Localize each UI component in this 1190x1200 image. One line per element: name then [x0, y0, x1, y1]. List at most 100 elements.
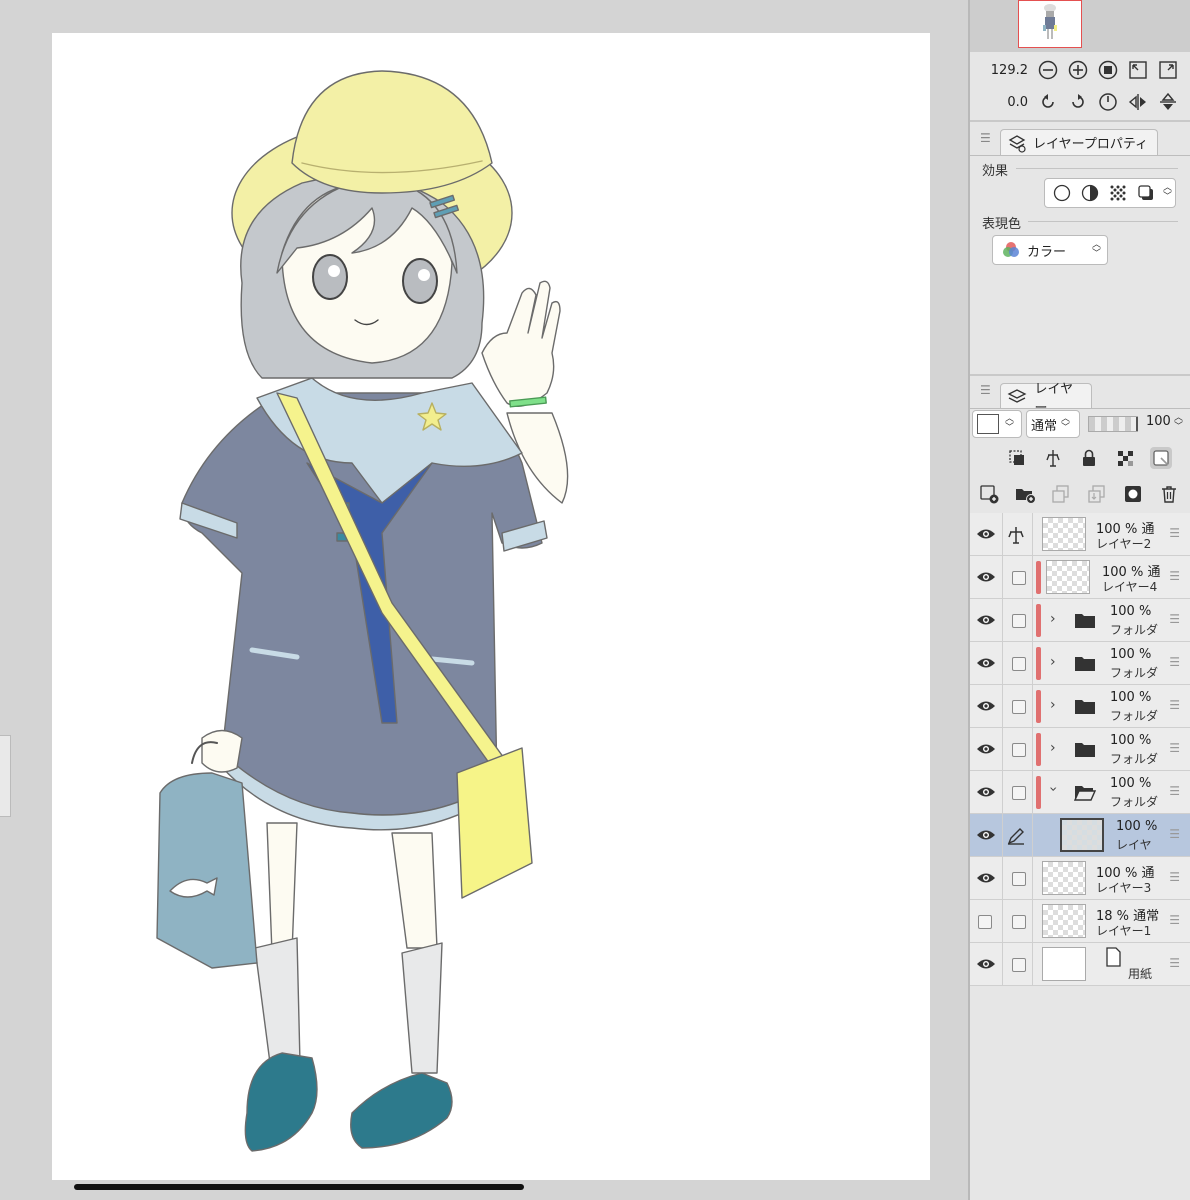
fit-stop-icon[interactable]	[1096, 58, 1120, 82]
layer-row[interactable]: › 100 % フォルダ ☰	[970, 599, 1190, 642]
zoom-in-icon[interactable]	[1066, 58, 1090, 82]
column-divider	[1032, 642, 1033, 685]
drag-handle-icon[interactable]: ☰	[1169, 569, 1180, 583]
effect-stepper-icon[interactable]: ︿ ﹀	[1163, 184, 1172, 202]
drag-handle-icon[interactable]: ☰	[1169, 913, 1180, 927]
tab-layers[interactable]: レイヤー	[1000, 382, 1092, 416]
drag-handle-icon[interactable]: ☰	[1169, 784, 1180, 798]
layer-row[interactable]: 100 % 通 レイヤー3 ☰	[970, 857, 1190, 900]
eye-icon[interactable]	[976, 655, 996, 671]
fit-screen-icon[interactable]	[1126, 58, 1150, 82]
eye-icon[interactable]	[976, 612, 996, 628]
delete-layer-icon[interactable]	[1158, 483, 1180, 505]
chevron-right-icon[interactable]: ›	[1050, 654, 1056, 670]
navigator-thumbnail[interactable]	[1018, 0, 1082, 48]
eye-icon[interactable]	[976, 569, 996, 585]
opacity-slider-handle[interactable]	[1136, 417, 1138, 431]
merge-down-icon[interactable]	[1086, 483, 1108, 505]
layer-checkbox[interactable]	[1012, 614, 1026, 628]
full-view-icon[interactable]	[1156, 58, 1180, 82]
lock-transparency-icon[interactable]	[1114, 447, 1136, 469]
blend-stepper-icon[interactable]: ︿ ﹀	[1061, 415, 1070, 433]
chevron-right-icon[interactable]: ›	[1050, 740, 1056, 756]
layer-row[interactable]: 100 % 通 レイヤー2 ☰	[970, 513, 1190, 556]
layer-mask-icon[interactable]	[1122, 483, 1144, 505]
chevron-down-icon[interactable]: ›	[1045, 786, 1061, 792]
drag-handle-icon[interactable]: ☰	[1169, 741, 1180, 755]
layer-row[interactable]: › 100 % フォルダ ☰	[970, 642, 1190, 685]
eye-icon[interactable]	[976, 741, 996, 757]
layer-row[interactable]: › 100 % フォルダ ☰	[970, 771, 1190, 814]
opacity-stepper-icon[interactable]: ︿ ﹀	[1174, 414, 1183, 432]
blend-mode-select[interactable]: 通常 ︿ ﹀	[1026, 410, 1080, 438]
rotation-value: 0.0	[1007, 94, 1028, 110]
reference-layer-icon[interactable]	[1006, 525, 1026, 545]
layer-checkbox[interactable]	[1012, 872, 1026, 886]
canvas-paper[interactable]	[52, 33, 930, 1180]
layer-name: フォルダ	[1110, 709, 1159, 723]
layer-checkbox[interactable]	[1012, 657, 1026, 671]
tone-icon[interactable]	[1107, 182, 1129, 204]
panel-grip-icon[interactable]: ☰	[980, 383, 991, 397]
layer-checkbox[interactable]	[1012, 958, 1026, 972]
chevron-right-icon[interactable]: ›	[1050, 611, 1056, 627]
chevron-right-icon[interactable]: ›	[1050, 697, 1056, 713]
color-stepper-icon[interactable]: ︿ ﹀	[1092, 241, 1101, 259]
zoom-out-icon[interactable]	[1036, 58, 1060, 82]
clip-layer-icon[interactable]	[1006, 447, 1028, 469]
reset-rotation-icon[interactable]	[1096, 90, 1120, 114]
zoom-row: 129.2	[970, 56, 1190, 84]
layer-row[interactable]: 100 % 通 レイヤー4 ☰	[970, 556, 1190, 599]
drag-handle-icon[interactable]: ☰	[1169, 870, 1180, 884]
layer-checkbox[interactable]	[1012, 786, 1026, 800]
eye-icon[interactable]	[976, 698, 996, 714]
tab-layer-properties[interactable]: レイヤープロパティ	[1000, 129, 1158, 155]
expression-color-select[interactable]: カラー ︿ ﹀	[992, 235, 1108, 265]
eye-icon[interactable]	[976, 870, 996, 886]
copy-layer-icon[interactable]	[1050, 483, 1072, 505]
layer-row[interactable]: › 100 % フォルダ ☰	[970, 728, 1190, 771]
layer-row[interactable]: 18 % 通常 レイヤー1 ☰	[970, 900, 1190, 943]
swatch-stepper-icon[interactable]: ︿ ﹀	[1005, 415, 1014, 433]
layer-color-icon[interactable]	[1135, 182, 1157, 204]
hidden-palette-edge[interactable]	[0, 735, 11, 817]
drag-handle-icon[interactable]: ☰	[1169, 526, 1180, 540]
layer-row[interactable]: › 100 % フォルダ ☰	[970, 685, 1190, 728]
flip-horizontal-icon[interactable]	[1126, 90, 1150, 114]
drag-handle-icon[interactable]: ☰	[1169, 655, 1180, 669]
lock-icon[interactable]	[1078, 447, 1100, 469]
layer-checkbox[interactable]	[1012, 915, 1026, 929]
flip-vertical-icon[interactable]	[1156, 90, 1180, 114]
visibility-off-checkbox[interactable]	[978, 915, 992, 929]
layer-color-tag	[1036, 604, 1041, 637]
new-folder-icon[interactable]	[1014, 483, 1036, 505]
new-layer-icon[interactable]	[978, 483, 1000, 505]
eye-icon[interactable]	[976, 956, 996, 972]
rotate-right-icon[interactable]	[1066, 90, 1090, 114]
drag-handle-icon[interactable]: ☰	[1169, 956, 1180, 970]
layer-name: レイヤー3	[1096, 881, 1152, 895]
opacity-slider[interactable]	[1088, 416, 1138, 432]
drag-handle-icon[interactable]: ☰	[1169, 612, 1180, 626]
drag-handle-icon[interactable]: ☰	[1169, 827, 1180, 841]
rotate-left-icon[interactable]	[1036, 90, 1060, 114]
layer-checkbox[interactable]	[1012, 571, 1026, 585]
extract-line-icon[interactable]	[1079, 182, 1101, 204]
column-divider	[1002, 943, 1003, 986]
layer-row-paper[interactable]: 用紙 ☰	[970, 943, 1190, 986]
masked-layer-icon[interactable]	[1150, 447, 1172, 469]
layer-row-selected[interactable]: 100 % レイヤ ☰	[970, 814, 1190, 857]
reference-layer-icon[interactable]	[1042, 447, 1064, 469]
eye-icon[interactable]	[976, 784, 996, 800]
layer-name: レイヤー1	[1096, 924, 1152, 938]
border-effect-icon[interactable]	[1051, 182, 1073, 204]
drag-handle-icon[interactable]: ☰	[1169, 698, 1180, 712]
panel-grip-icon[interactable]: ☰	[980, 131, 991, 145]
expression-color-swatch-select[interactable]: ︿ ﹀	[972, 410, 1022, 438]
eye-icon[interactable]	[976, 827, 996, 843]
canvas-area[interactable]	[0, 0, 968, 1200]
eye-icon[interactable]	[976, 526, 996, 542]
effect-selector[interactable]: ︿ ﹀	[1044, 178, 1176, 208]
layer-checkbox[interactable]	[1012, 743, 1026, 757]
layer-checkbox[interactable]	[1012, 700, 1026, 714]
